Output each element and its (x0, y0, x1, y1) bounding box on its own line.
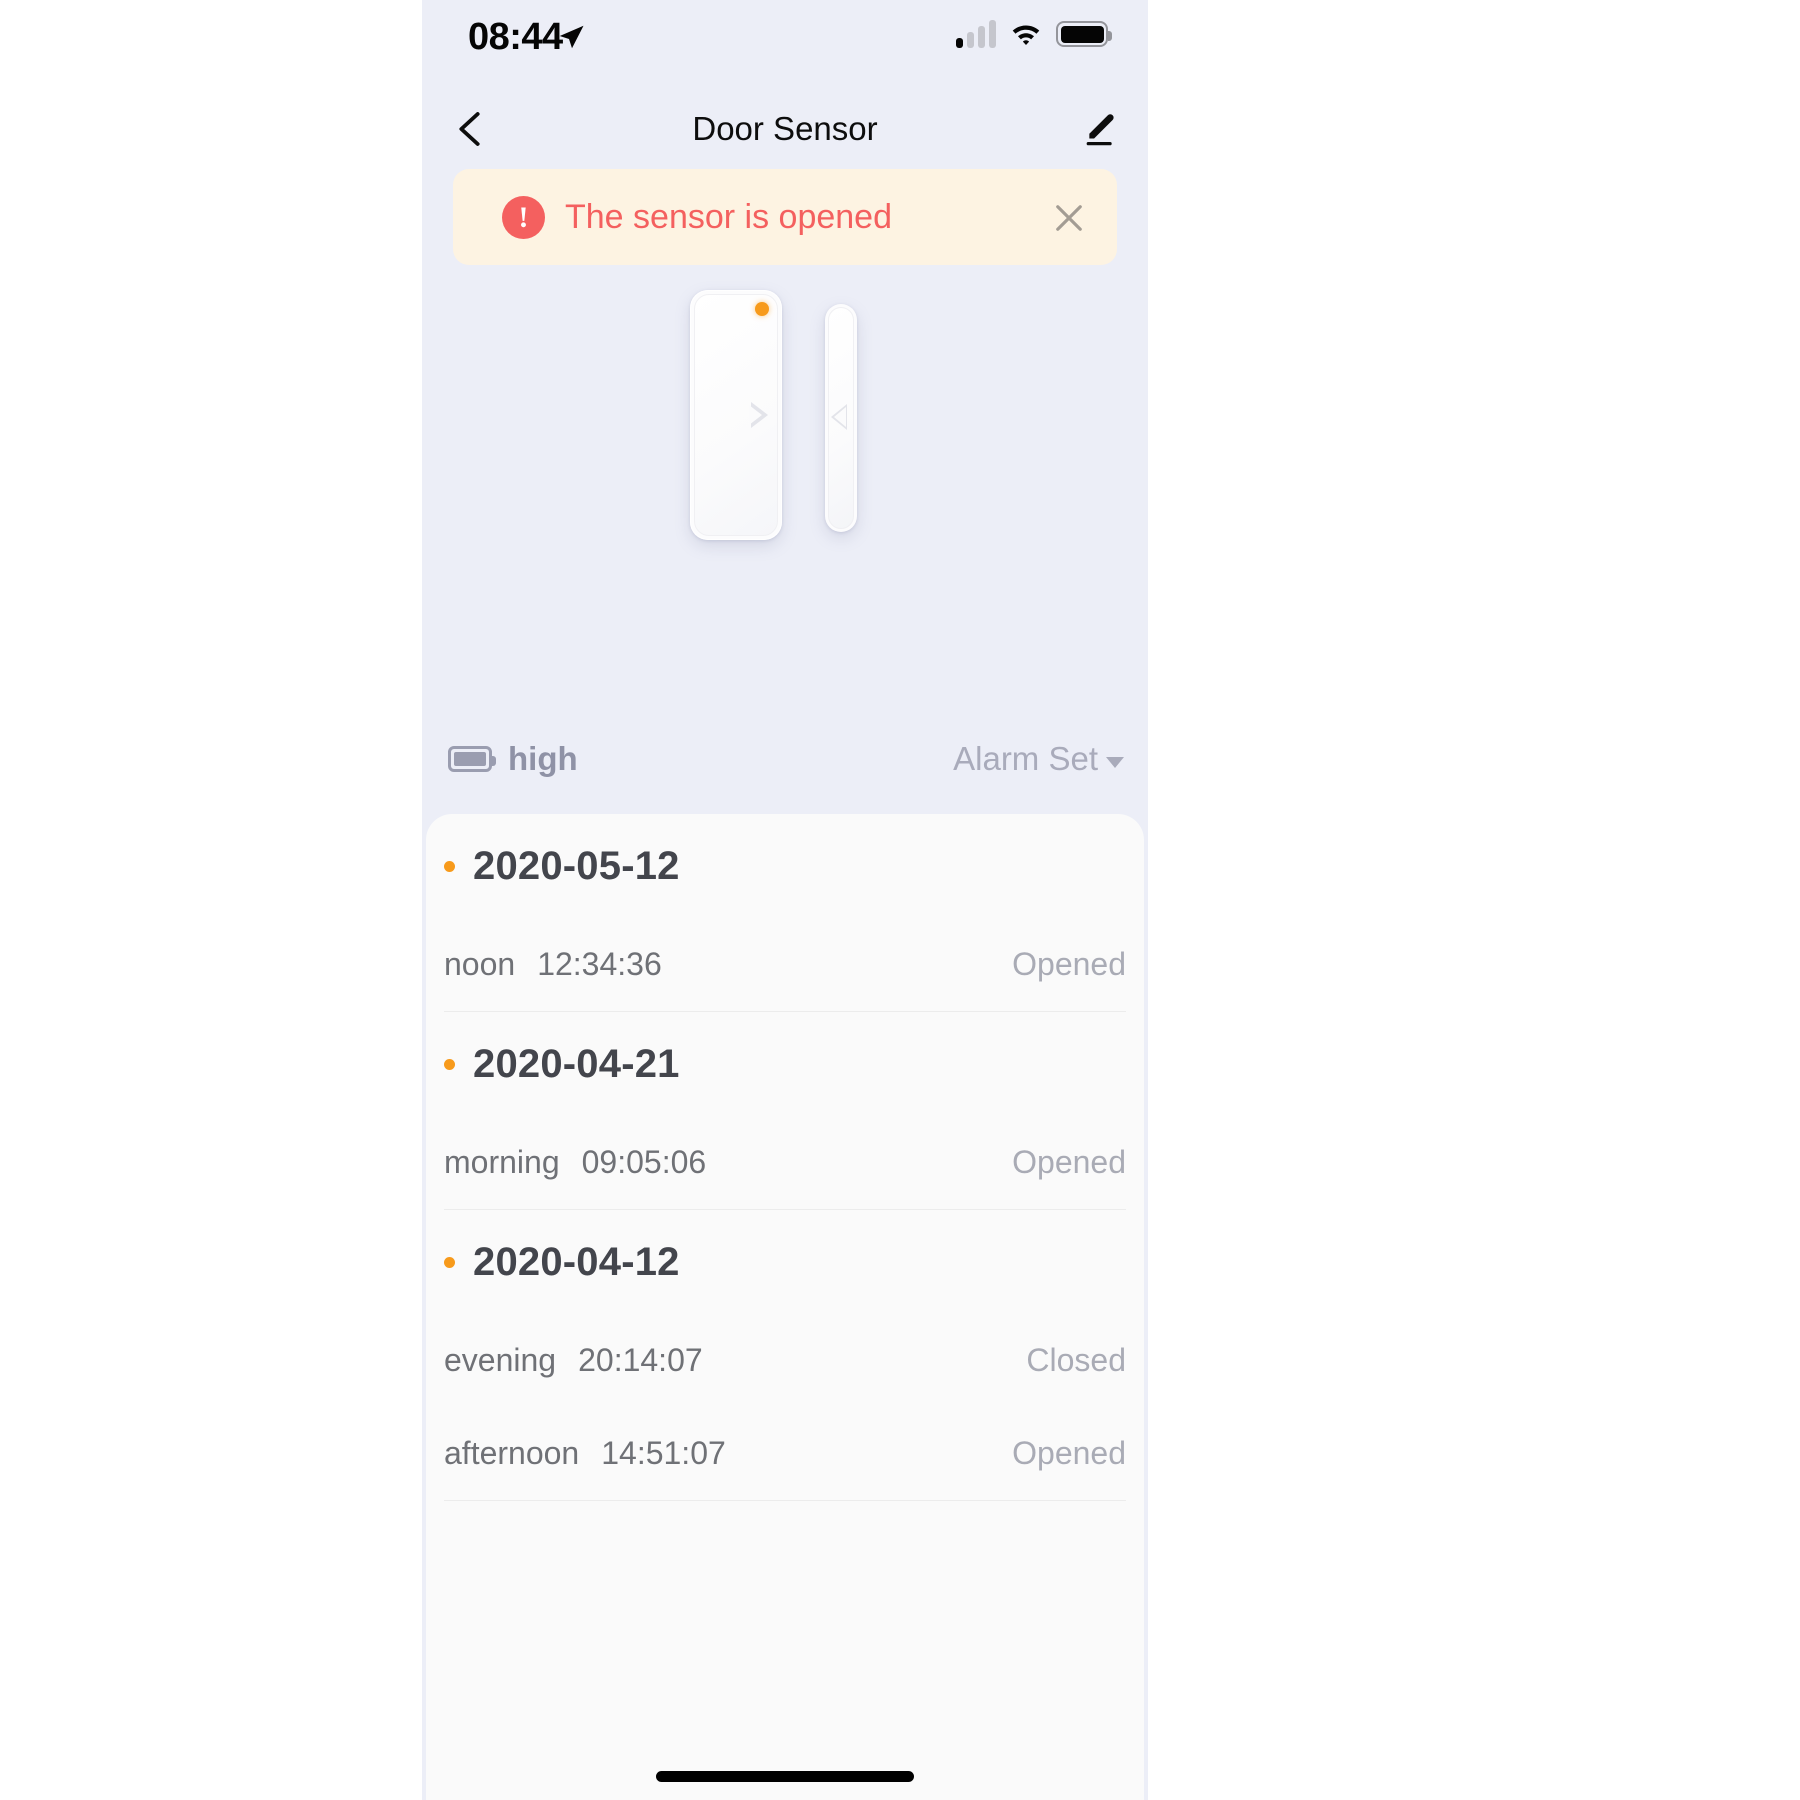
caret-down-icon (1106, 756, 1124, 768)
screenshot-root: 08:44 Door Sensor ! The sensor is opened… (0, 0, 1800, 1800)
battery-level-label: high (508, 740, 578, 777)
log-entry-row[interactable]: evening 20:14:07 Closed (426, 1314, 1144, 1407)
pencil-edit-icon[interactable] (1070, 100, 1128, 158)
page-title: Door Sensor (692, 110, 878, 147)
alarm-set-dropdown[interactable]: Alarm Set (953, 740, 1124, 778)
log-date-group: 2020-05-12 noon 12:34:36 Opened (426, 814, 1144, 1011)
log-date-label: 2020-04-21 (473, 1041, 680, 1086)
log-date-label: 2020-04-12 (473, 1239, 680, 1284)
log-entry-state: Closed (1026, 1342, 1126, 1378)
log-date-header: 2020-04-21 (426, 1012, 1144, 1116)
log-bullet-dot (444, 1058, 455, 1070)
status-bar-time: 08:44 (468, 16, 563, 58)
log-entry-time: 14:51:07 (601, 1435, 726, 1471)
log-entry-state: Opened (1012, 946, 1126, 982)
status-bar-indicators (956, 20, 1112, 48)
log-bullet-dot (444, 1256, 455, 1268)
log-entry-period: morning (444, 1144, 560, 1180)
log-date-header: 2020-05-12 (426, 814, 1144, 918)
battery-icon (1056, 21, 1112, 47)
triangle-right-icon (749, 402, 768, 428)
door-sensor-main-body (690, 290, 782, 540)
log-entry-period: noon (444, 946, 516, 982)
log-entry-period: afternoon (444, 1435, 580, 1471)
log-date-group: 2020-04-21 morning 09:05:06 Opened (426, 1012, 1144, 1209)
event-log-card[interactable]: 2020-05-12 noon 12:34:36 Opened 2020-04-21 mo… (426, 814, 1144, 1800)
close-icon[interactable] (1045, 194, 1093, 242)
log-entry-time: 12:34:36 (537, 946, 662, 982)
log-entry-state: Opened (1012, 1144, 1126, 1180)
exclamation-circle-icon: ! (502, 196, 545, 239)
log-bullet-dot (444, 860, 455, 872)
cellular-signal-icon (956, 20, 996, 48)
battery-level-icon (448, 746, 496, 772)
navigation-bar: Door Sensor (422, 88, 1148, 170)
battery-status: high (448, 740, 578, 778)
log-entry-state: Opened (1012, 1435, 1126, 1471)
log-date-header: 2020-04-12 (426, 1210, 1144, 1314)
log-entry-row[interactable]: afternoon 14:51:07 Opened (426, 1407, 1144, 1500)
log-entry-period: evening (444, 1342, 557, 1378)
log-divider (444, 1500, 1126, 1501)
phone-screen: 08:44 Door Sensor ! The sensor is opened… (422, 0, 1148, 1800)
log-entry-row[interactable]: noon 12:34:36 Opened (426, 918, 1144, 1011)
triangle-left-icon (831, 404, 847, 430)
log-entry-time: 20:14:07 (578, 1342, 703, 1378)
alert-banner: ! The sensor is opened (453, 169, 1117, 265)
event-log-list: 2020-05-12 noon 12:34:36 Opened 2020-04-21 mo… (426, 814, 1144, 1501)
alarm-set-label: Alarm Set (953, 740, 1098, 777)
device-illustration (422, 268, 1148, 718)
device-meta-row: high Alarm Set (422, 718, 1148, 808)
home-indicator-bar (656, 1771, 914, 1782)
log-entry-time: 09:05:06 (581, 1144, 707, 1180)
status-led-indicator (755, 302, 769, 316)
status-bar: 08:44 (422, 0, 1148, 88)
alert-message: The sensor is opened (565, 197, 892, 236)
log-entry-row[interactable]: morning 09:05:06 Opened (426, 1116, 1144, 1209)
door-sensor-magnet-bar (825, 304, 857, 532)
log-date-label: 2020-05-12 (473, 843, 680, 888)
log-date-group: 2020-04-12 evening 20:14:07 Closed afternoon… (426, 1210, 1144, 1500)
wifi-icon (1009, 21, 1043, 47)
location-arrow-icon (556, 22, 586, 52)
